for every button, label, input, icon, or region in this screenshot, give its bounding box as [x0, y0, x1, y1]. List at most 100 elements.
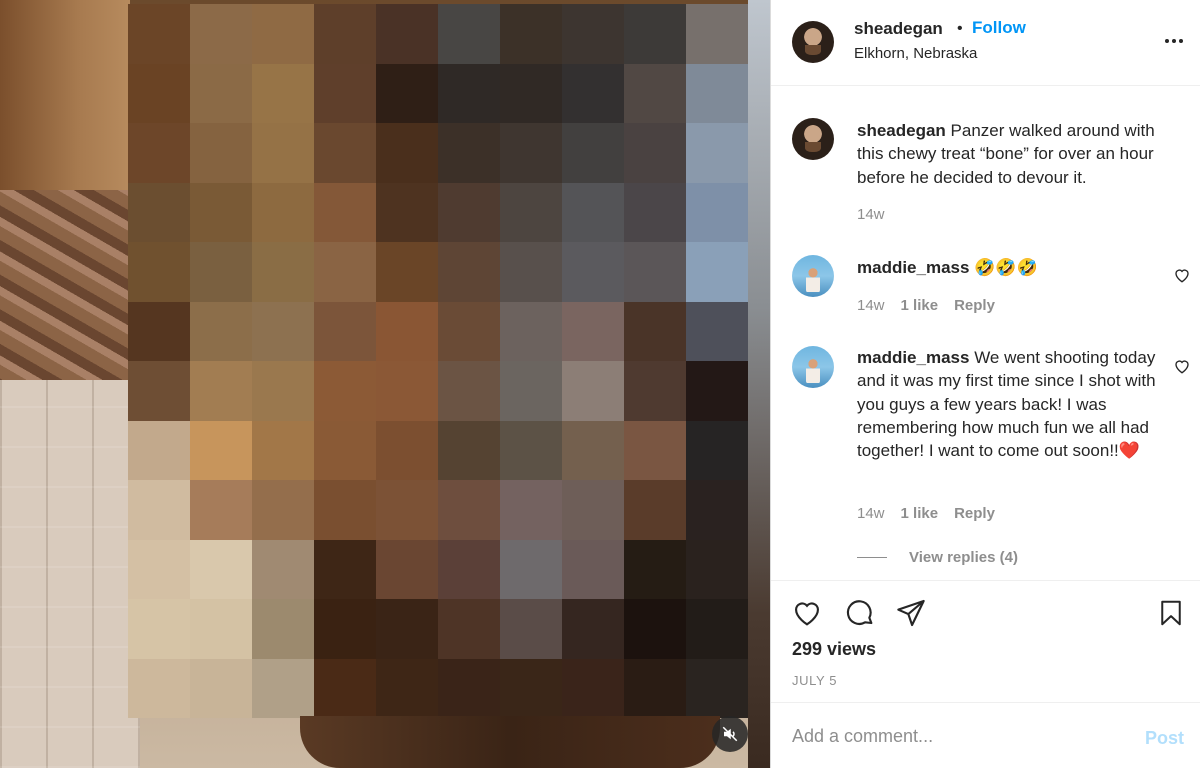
caption-age[interactable]: 14w: [857, 206, 885, 223]
comment-likes[interactable]: 1 like: [901, 297, 939, 314]
caption-username[interactable]: sheadegan: [857, 121, 946, 140]
mosaic-tile: [190, 539, 252, 599]
reply-button[interactable]: Reply: [954, 297, 995, 314]
save-button[interactable]: [1154, 596, 1188, 630]
mosaic-tile: [252, 301, 314, 361]
comment-button[interactable]: [843, 596, 877, 630]
mosaic-tile: [562, 361, 624, 421]
mosaic-tile: [438, 4, 500, 64]
like-button[interactable]: [790, 596, 824, 630]
comment-meta: 14w 1 like Reply: [857, 297, 995, 314]
separator-dot: •: [957, 20, 963, 37]
comment-username[interactable]: maddie_mass: [857, 258, 969, 277]
mosaic-tile: [376, 599, 438, 659]
mosaic-tile: [252, 420, 314, 480]
mosaic-tile: [438, 361, 500, 421]
mosaic-tile: [624, 4, 686, 64]
mosaic-tile: [624, 301, 686, 361]
caption-avatar[interactable]: [792, 118, 834, 160]
mosaic-tile: [314, 182, 376, 242]
mosaic-tile: [190, 242, 252, 302]
mosaic-tile: [376, 420, 438, 480]
mosaic-tile: [438, 480, 500, 540]
mosaic-tile: [376, 480, 438, 540]
mosaic-tile: [128, 361, 190, 421]
mosaic-tile: [128, 599, 190, 659]
mosaic-tile: [624, 539, 686, 599]
mosaic-tile: [314, 480, 376, 540]
share-button[interactable]: [894, 596, 928, 630]
post-media[interactable]: [0, 0, 770, 768]
add-comment-bar: Post: [771, 702, 1200, 768]
mosaic-tile: [562, 480, 624, 540]
mosaic-tile: [190, 361, 252, 421]
mosaic-tile: [376, 242, 438, 302]
mosaic-tile: [128, 539, 190, 599]
comment-age[interactable]: 14w: [857, 297, 885, 314]
mosaic-tile: [190, 420, 252, 480]
reply-button[interactable]: Reply: [954, 505, 995, 522]
like-comment-heart-icon[interactable]: [1173, 266, 1191, 284]
mosaic-tile: [562, 63, 624, 123]
mosaic-tile: [252, 182, 314, 242]
background-rug: [0, 190, 135, 390]
post-location[interactable]: Elkhorn, Nebraska: [854, 45, 977, 62]
like-comment-heart-icon[interactable]: [1173, 357, 1191, 375]
comment-body: maddie_mass We went shooting today and i…: [857, 346, 1177, 462]
view-count[interactable]: 299 views: [792, 639, 876, 660]
mosaic-tile: [252, 361, 314, 421]
comment-username[interactable]: maddie_mass: [857, 348, 969, 367]
owner-avatar[interactable]: [792, 21, 834, 63]
mosaic-tile: [252, 658, 314, 718]
post-date[interactable]: JULY 5: [792, 673, 837, 688]
follow-button[interactable]: Follow: [972, 18, 1026, 38]
mosaic-tile: [624, 658, 686, 718]
mosaic-tile: [314, 658, 376, 718]
comment-avatar[interactable]: [792, 255, 834, 297]
post-comment-button[interactable]: Post: [1145, 728, 1184, 749]
comment-text: 🤣🤣🤣: [974, 258, 1038, 277]
mosaic-tile: [438, 301, 500, 361]
mosaic-tile: [190, 123, 252, 183]
mosaic-tile: [128, 658, 190, 718]
mosaic-tile: [686, 4, 748, 64]
mosaic-tile: [314, 4, 376, 64]
mosaic-tile: [562, 182, 624, 242]
mosaic-tile: [500, 480, 562, 540]
mosaic-tile: [624, 480, 686, 540]
mosaic-tile: [314, 599, 376, 659]
comment-age[interactable]: 14w: [857, 505, 885, 522]
mosaic-tile: [190, 658, 252, 718]
mosaic-tile: [500, 4, 562, 64]
mosaic-tile: [686, 361, 748, 421]
view-replies-button[interactable]: View replies (4): [857, 549, 1018, 566]
action-bar: 299 views JULY 5: [771, 580, 1200, 701]
mosaic-tile: [624, 599, 686, 659]
mosaic-tile: [438, 63, 500, 123]
mosaic-tile: [562, 658, 624, 718]
comments-section: sheadegan Panzer walked around with this…: [771, 87, 1200, 579]
mosaic-tile: [624, 361, 686, 421]
mute-toggle-button[interactable]: [712, 716, 748, 752]
mosaic-tile: [438, 420, 500, 480]
background-edge: [748, 0, 770, 768]
mosaic-tile: [562, 539, 624, 599]
mosaic-tile: [438, 599, 500, 659]
mosaic-tile: [128, 123, 190, 183]
owner-username[interactable]: sheadegan: [854, 19, 943, 39]
mosaic-tile: [252, 599, 314, 659]
mosaic-tile: [686, 658, 748, 718]
comment-avatar[interactable]: [792, 346, 834, 388]
mosaic-tile: [686, 599, 748, 659]
comment-input[interactable]: [792, 721, 1122, 751]
mosaic-tile: [686, 539, 748, 599]
more-options-button[interactable]: [1161, 28, 1187, 54]
mosaic-tile: [376, 123, 438, 183]
dog-body: [300, 716, 720, 768]
mosaic-tile: [562, 123, 624, 183]
mosaic-tile: [500, 182, 562, 242]
comment-likes[interactable]: 1 like: [901, 505, 939, 522]
caption-meta: 14w: [857, 206, 885, 223]
background-floor: [0, 380, 140, 768]
replies-divider-line: [857, 557, 887, 558]
